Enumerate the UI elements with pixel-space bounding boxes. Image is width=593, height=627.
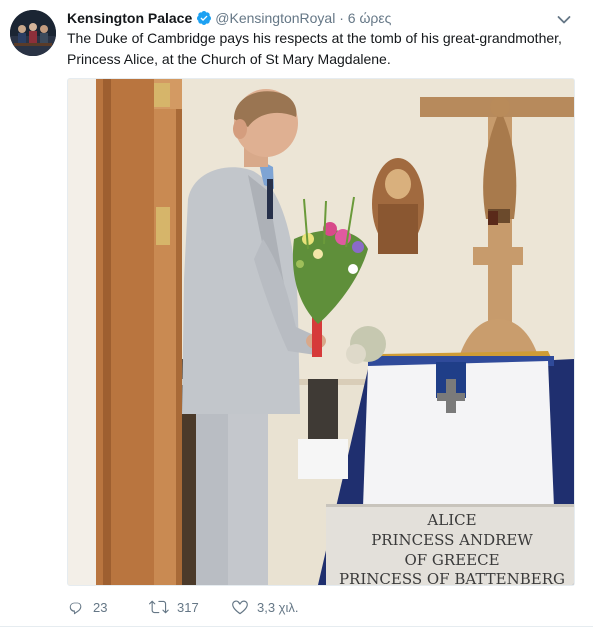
tomb-line-1: ALICE [426,511,476,529]
retweet-count: 317 [177,599,199,615]
tweet-card[interactable]: Kensington Palace @KensingtonRoyal · 6 ώρ… [0,0,593,627]
reply-button[interactable]: 23 [67,596,107,618]
heart-icon [231,598,249,616]
tomb-line-2: PRINCESS ANDREW [371,531,533,549]
tweet-actions: 23 317 3,3 χιλ. [67,596,547,618]
author-avatar[interactable] [10,10,56,56]
tomb-line-4: PRINCESS OF BATTENBERG [339,570,565,585]
tomb-line-3: OF GREECE [404,551,499,569]
reply-count: 23 [93,599,108,615]
tweet-photo[interactable]: ALICE PRINCESS ANDREW OF GREECE PRINCESS… [67,78,575,586]
author-name[interactable]: Kensington Palace [67,10,192,26]
author-handle[interactable]: @KensingtonRoyal [215,10,335,26]
tweet-timestamp[interactable]: 6 ώρες [348,10,392,26]
reply-icon [67,598,85,616]
retweet-icon [149,598,169,616]
chevron-down-icon[interactable] [557,12,571,24]
retweet-button[interactable]: 317 [149,596,199,618]
verified-badge-icon [196,10,212,30]
tweet-text: The Duke of Cambridge pays his respects … [67,30,562,67]
tweet-header: Kensington Palace @KensingtonRoyal · 6 ώρ… [67,9,563,29]
separator-dot: · [339,10,344,26]
photo-scene: ALICE PRINCESS ANDREW OF GREECE PRINCESS… [68,79,574,585]
like-button[interactable]: 3,3 χιλ. [231,596,299,618]
avatar-image [10,10,56,56]
like-count: 3,3 χιλ. [257,599,299,615]
